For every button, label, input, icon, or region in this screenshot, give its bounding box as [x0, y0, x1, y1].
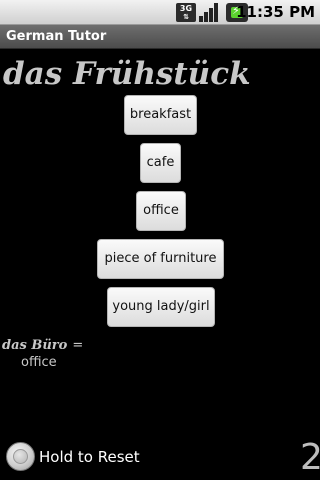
signal-strength-icon — [199, 3, 221, 22]
3g-data-icon: 3G ⇅ — [176, 3, 196, 22]
choice-button-young-lady-girl[interactable]: young lady/girl — [107, 287, 215, 327]
status-bar: 3G ⇅ 11:35 PM — [0, 0, 320, 25]
reset-label: Hold to Reset — [39, 448, 140, 466]
previous-translation: office — [21, 355, 57, 370]
choice-button-breakfast[interactable]: breakfast — [124, 95, 197, 135]
choice-button-piece-of-furniture[interactable]: piece of furniture — [97, 239, 224, 279]
score-counter: 2 — [300, 437, 320, 478]
previous-answer: das Büro = office — [2, 334, 92, 372]
german-word: das Frühstück — [3, 56, 251, 92]
reset-knob-icon — [13, 449, 28, 464]
previous-term: das Büro — [2, 338, 68, 353]
app-title: German Tutor — [6, 29, 107, 44]
network-type-label: 3G — [179, 4, 193, 13]
choice-button-office[interactable]: office — [136, 191, 186, 231]
choice-button-cafe[interactable]: cafe — [140, 143, 181, 183]
reset-button[interactable] — [6, 442, 35, 471]
status-time: 11:35 PM — [236, 3, 315, 21]
app-title-bar: German Tutor — [0, 25, 320, 49]
equals-sign: = — [72, 338, 84, 353]
data-arrows-icon: ⇅ — [183, 13, 189, 21]
